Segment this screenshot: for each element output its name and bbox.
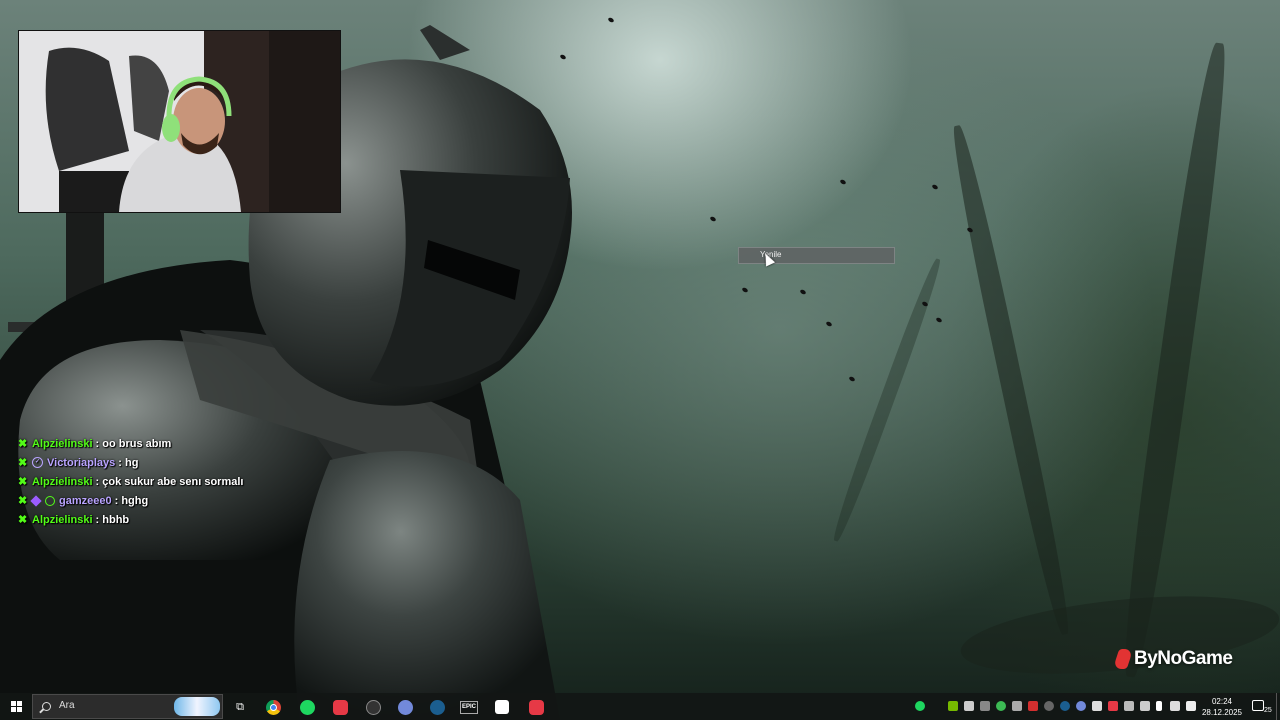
chrome-icon	[265, 699, 281, 715]
notification-icon[interactable]	[1252, 700, 1264, 711]
tray-icon[interactable]	[980, 701, 990, 711]
steam-icon	[429, 699, 445, 715]
gem-badge-icon	[30, 494, 42, 507]
capcut-icon	[495, 700, 509, 714]
chat-message: ✖ Alpzielinski : çok sukur abe senı sorm…	[18, 472, 378, 491]
epic-games-button[interactable]: EPIC	[459, 697, 479, 717]
chat-text: : hghg	[114, 494, 149, 507]
start-button[interactable]	[0, 693, 32, 720]
capcut-button[interactable]	[492, 697, 512, 717]
search-input[interactable]: Ara	[59, 700, 75, 711]
bynogame-text: ByNoGame	[1134, 648, 1233, 669]
verified-badge-icon: ✓	[32, 457, 43, 468]
kick-badge-icon: ✖	[18, 438, 28, 450]
nvidia-tray-icon[interactable]	[948, 701, 958, 711]
volume-icon[interactable]	[1186, 701, 1196, 711]
chat-text: : çok sukur abe senı sormalı	[95, 475, 244, 488]
show-desktop-button[interactable]	[1276, 693, 1280, 720]
search-highlight-image	[174, 697, 220, 716]
chat-text: : hg	[118, 456, 139, 469]
discord-icon	[397, 699, 413, 715]
chat-message: ✖ gamzeee0 : hghg	[18, 491, 378, 510]
wifi-icon[interactable]	[1170, 701, 1180, 711]
notification-count: 25	[1264, 707, 1272, 714]
discord-button[interactable]	[395, 697, 415, 717]
tray-icon[interactable]	[1012, 701, 1022, 711]
app-icon	[365, 699, 381, 715]
system-clock[interactable]: 02:24 28.12.2025	[1198, 696, 1246, 718]
task-view-button[interactable]: ⧉	[230, 697, 250, 717]
red-app-button[interactable]	[330, 697, 350, 717]
tray-icon[interactable]	[1028, 701, 1038, 711]
tray-icon[interactable]	[1092, 701, 1102, 711]
spotify-button[interactable]	[297, 697, 317, 717]
chat-username: Alpzielinski	[32, 437, 93, 450]
task-view-icon: ⧉	[236, 700, 244, 713]
kick-badge-icon: ✖	[18, 476, 28, 488]
discord-tray-icon[interactable]	[1076, 701, 1086, 711]
microphone-icon[interactable]	[1156, 701, 1162, 711]
chat-username: Alpzielinski	[32, 513, 93, 526]
tray-icon[interactable]	[996, 701, 1006, 711]
chat-username: Alpzielinski	[32, 475, 93, 488]
tray-icon[interactable]	[1044, 701, 1054, 711]
chat-username: Victoriaplays	[47, 456, 116, 469]
steam-button[interactable]	[427, 697, 447, 717]
chat-message: ✖ ✓ Victoriaplays : hg	[18, 453, 378, 472]
clock-date: 28.12.2025	[1201, 708, 1243, 717]
steam-tray-icon[interactable]	[1060, 701, 1070, 711]
red-app-button-2[interactable]	[526, 697, 546, 717]
search-icon	[42, 702, 51, 711]
taskbar: Ara ⧉ EPIC 02:24 28.12.2025 25	[0, 693, 1280, 720]
search-box[interactable]: Ara	[32, 694, 223, 719]
chat-text: : hbhb	[95, 513, 130, 526]
chat-text: : oo brus abım	[95, 437, 172, 450]
webcam-overlay	[18, 30, 341, 213]
chat-username: gamzeee0	[59, 494, 112, 507]
red-app-icon	[528, 699, 544, 715]
tray-icon[interactable]	[1108, 701, 1118, 711]
stream-chat: ✖ Alpzielinski : oo brus abım ✖ ✓ Victor…	[18, 434, 378, 529]
chat-message: ✖ Alpzielinski : hbhb	[18, 510, 378, 529]
bynogame-watermark: ByNoGame	[1112, 648, 1233, 670]
spotify-icon	[299, 699, 315, 715]
app-button[interactable]	[363, 697, 383, 717]
chat-message: ✖ Alpzielinski : oo brus abım	[18, 434, 378, 453]
kick-badge-icon: ✖	[18, 457, 28, 469]
windows-icon	[10, 701, 22, 712]
tray-icon[interactable]	[1124, 701, 1134, 711]
check-badge-icon	[45, 495, 55, 506]
red-app-icon	[332, 699, 348, 715]
streamer-camera-feed	[19, 31, 340, 212]
bynogame-logo-icon	[1112, 649, 1134, 669]
spotify-tray-icon[interactable]	[915, 701, 925, 711]
network-icon[interactable]	[1140, 701, 1150, 711]
chrome-button[interactable]	[263, 697, 283, 717]
epic-games-icon: EPIC	[459, 700, 478, 714]
kick-badge-icon: ✖	[18, 514, 28, 526]
tray-icon[interactable]	[964, 701, 974, 711]
clock-time: 02:24	[1211, 697, 1233, 706]
